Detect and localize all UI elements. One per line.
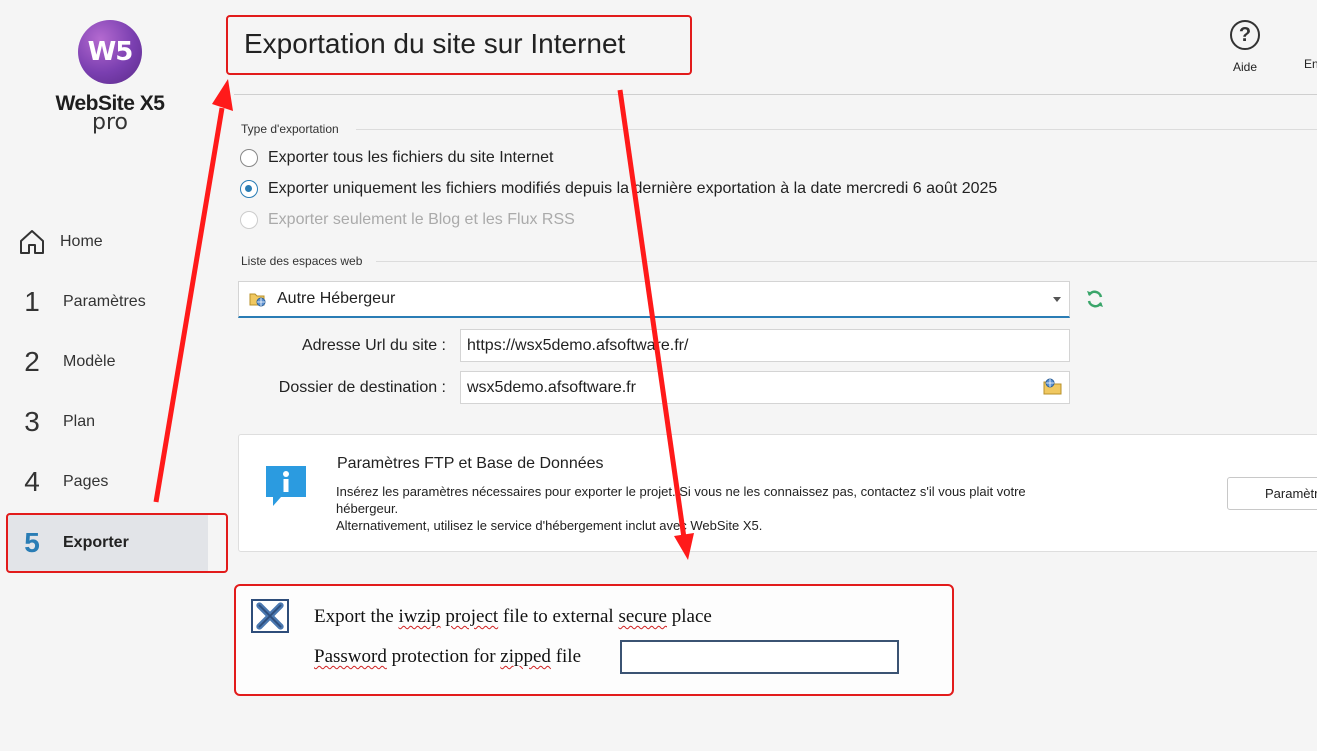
step-number: 3 [24, 406, 40, 437]
ftp-settings-panel: Paramètres FTP et Base de Données Insére… [238, 434, 1317, 552]
url-label: Adresse Url du site : [301, 337, 446, 354]
sidebar-item-home[interactable]: Home [8, 214, 208, 270]
sidebar-item-pages[interactable]: 4 Pages [8, 454, 208, 510]
ftp-title: Paramètres FTP et Base de Données [337, 455, 604, 472]
truncated-toolbar-label[interactable]: En [1304, 57, 1317, 71]
sidebar-item-modele[interactable]: 2 Modèle [8, 334, 208, 390]
chevron-down-icon [1053, 297, 1061, 302]
step-number: 2 [24, 346, 40, 377]
radio-label: Exporter tous les fichiers du site Inter… [268, 149, 554, 166]
browse-folder-icon[interactable] [1043, 378, 1063, 396]
radio-export-modified[interactable]: Exporter uniquement les fichiers modifié… [240, 180, 997, 198]
radio-label: Exporter seulement le Blog et les Flux R… [268, 211, 575, 228]
radio-export-all[interactable]: Exporter tous les fichiers du site Inter… [240, 149, 553, 167]
sidebar-item-label: Paramètres [63, 293, 146, 310]
radio-export-blog-rss: Exporter seulement le Blog et les Flux R… [240, 211, 575, 229]
ftp-settings-button[interactable]: Paramètres [1227, 477, 1317, 510]
section-divider [356, 129, 1317, 130]
destination-field[interactable]: wsx5demo.afsoftware.fr [460, 371, 1070, 404]
sidebar-item-label: Modèle [63, 353, 116, 370]
header-divider [234, 94, 1317, 95]
export-iwzip-label: Export the iwzip project file to externa… [314, 606, 712, 627]
help-button[interactable]: ? Aide [1222, 20, 1268, 74]
radio-button[interactable] [240, 149, 258, 167]
checked-checkbox[interactable] [251, 599, 289, 633]
section-label-export-type: Type d'exportation [241, 122, 339, 136]
sidebar-item-plan[interactable]: 3 Plan [8, 394, 208, 450]
highlight-box-exporter [6, 513, 228, 573]
ftp-description-line: hébergeur. [336, 501, 399, 516]
destination-value: wsx5demo.afsoftware.fr [467, 379, 636, 396]
destination-label: Dossier de destination : [278, 379, 446, 396]
section-divider [376, 261, 1317, 262]
select-value: Autre Hébergeur [277, 290, 396, 307]
refresh-icon[interactable] [1085, 289, 1105, 309]
section-label-webspaces: Liste des espaces web [241, 254, 363, 268]
logo-mark: W5 [78, 20, 142, 84]
ftp-description: Insérez les paramètres nécessaires pour … [336, 483, 1136, 534]
step-number: 4 [24, 466, 40, 497]
app-logo: W5 WebSite X5 pro [50, 20, 170, 135]
help-label: Aide [1232, 60, 1258, 74]
sidebar-item-label: Home [60, 233, 103, 250]
sidebar-item-label: Pages [63, 473, 109, 490]
ftp-description-line: Alternativement, utilisez le service d'h… [336, 518, 763, 533]
sidebar: W5 WebSite X5 pro Home 1 Paramètres 2 Mo… [0, 0, 220, 751]
step-number: 1 [24, 286, 40, 317]
radio-button [240, 211, 258, 229]
sidebar-item-parametres[interactable]: 1 Paramètres [8, 274, 208, 330]
sidebar-item-label: Plan [63, 413, 96, 430]
radio-label: Exporter uniquement les fichiers modifié… [268, 180, 998, 197]
help-icon: ? [1230, 20, 1260, 50]
password-input[interactable] [620, 640, 899, 674]
ftp-description-line: Insérez les paramètres nécessaires pour … [336, 484, 1026, 499]
folder-globe-icon [249, 293, 266, 307]
home-icon [20, 230, 44, 254]
url-field[interactable]: https://wsx5demo.afsoftware.fr/ [460, 329, 1070, 362]
info-icon [266, 466, 306, 506]
page-title: Exportation du site sur Internet [244, 28, 626, 59]
radio-button[interactable] [240, 180, 258, 198]
webspace-select[interactable]: Autre Hébergeur [238, 281, 1070, 318]
password-protection-label: Password protection for zipped file [314, 646, 582, 667]
